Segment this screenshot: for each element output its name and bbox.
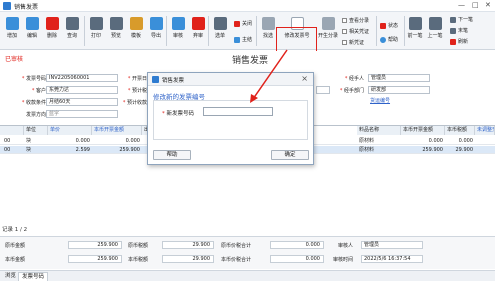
annotation-arrow bbox=[250, 49, 288, 103]
arrow-line bbox=[252, 49, 288, 100]
arrow-head bbox=[250, 94, 258, 103]
